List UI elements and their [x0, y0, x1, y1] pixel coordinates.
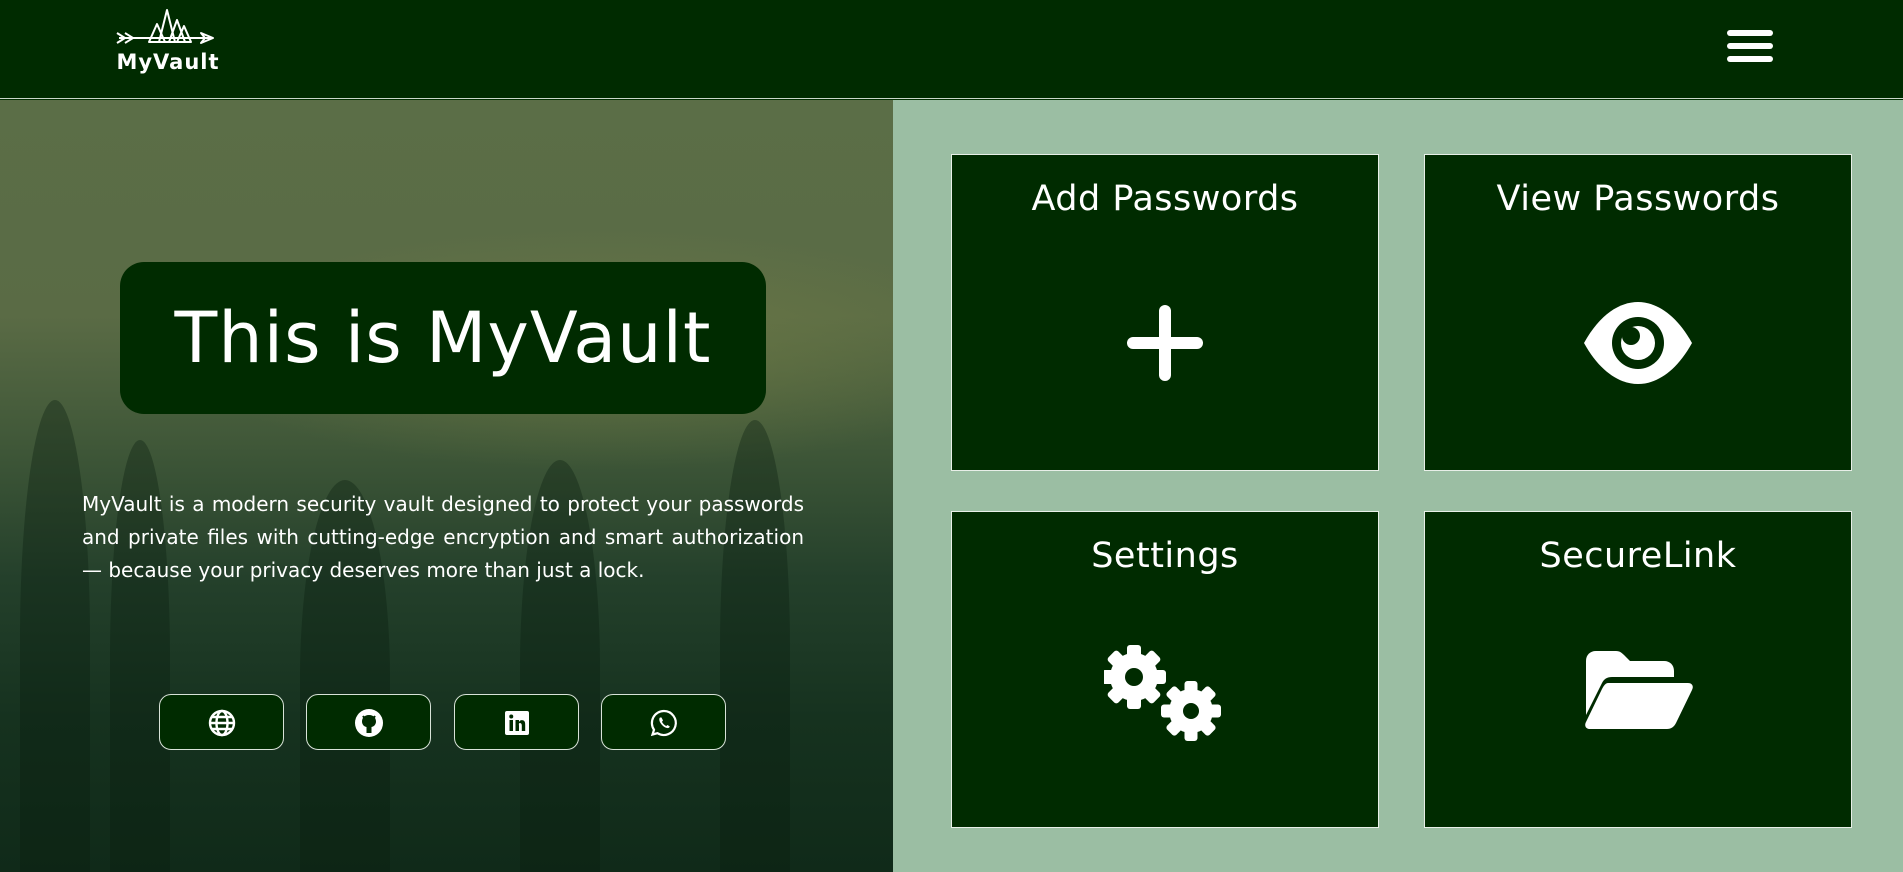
- logo[interactable]: MyVault: [110, 6, 226, 82]
- card-title: Add Passwords: [1031, 179, 1299, 219]
- securelink-card[interactable]: SecureLink: [1424, 511, 1852, 828]
- card-icon-wrap: [1425, 651, 1851, 777]
- card-title: Settings: [1091, 536, 1239, 576]
- add-passwords-card[interactable]: Add Passwords: [951, 154, 1379, 471]
- card-icon-wrap: [952, 645, 1378, 777]
- menu-bar: [1727, 56, 1773, 62]
- linkedin-link-button[interactable]: [454, 694, 579, 750]
- github-link-button[interactable]: [306, 694, 431, 750]
- folder-open-icon: [1585, 651, 1693, 729]
- whatsapp-link-button[interactable]: [601, 694, 726, 750]
- hero-title-box: This is MyVault: [120, 262, 766, 414]
- view-passwords-card[interactable]: View Passwords: [1424, 154, 1852, 471]
- trees-arrow-logo-icon: [116, 9, 214, 44]
- menu-bar: [1727, 43, 1773, 49]
- hero-section: This is MyVault MyVault is a modern secu…: [0, 100, 893, 872]
- linkedin-icon: [505, 711, 529, 735]
- website-link-button[interactable]: [159, 694, 284, 750]
- plus-icon: [1127, 305, 1203, 381]
- page-title: This is MyVault: [174, 297, 712, 379]
- whatsapp-icon: [650, 709, 677, 737]
- top-navbar: MyVault: [0, 0, 1903, 99]
- hamburger-menu-icon[interactable]: [1727, 30, 1773, 66]
- github-icon: [355, 709, 383, 737]
- card-title: SecureLink: [1539, 536, 1737, 576]
- settings-card[interactable]: Settings: [951, 511, 1379, 828]
- card-title: View Passwords: [1496, 179, 1780, 219]
- background-tree: [20, 400, 90, 872]
- quick-actions-panel: Add Passwords View Passwords Settings Se…: [893, 100, 1903, 872]
- gears-icon: [1104, 645, 1221, 741]
- menu-bar: [1727, 30, 1773, 36]
- eye-icon: [1584, 302, 1692, 384]
- globe-icon: [208, 709, 236, 737]
- card-icon-wrap: [952, 300, 1378, 420]
- logo-text: MyVault: [116, 50, 220, 74]
- card-icon-wrap: [1425, 300, 1851, 420]
- hero-description: MyVault is a modern security vault desig…: [82, 492, 804, 582]
